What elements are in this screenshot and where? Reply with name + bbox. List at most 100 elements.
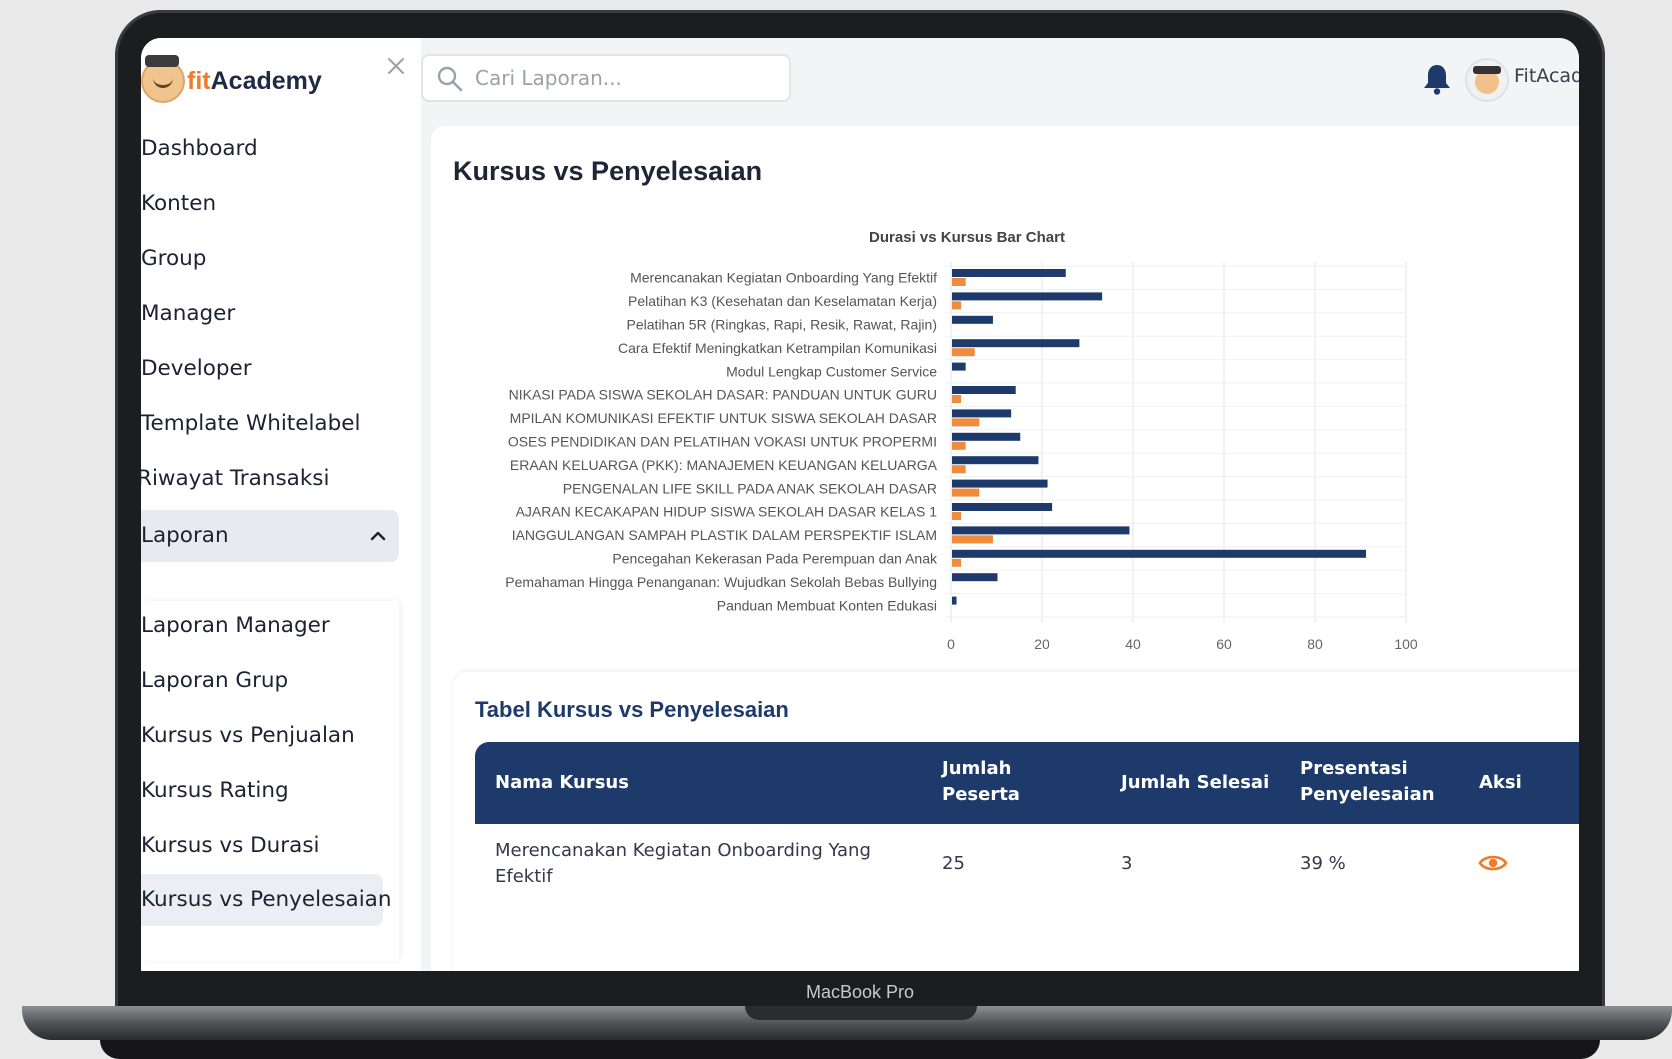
page-title: Kursus vs Penyelesaian — [453, 156, 763, 186]
table-row: Merencanakan Kegiatan Onboarding Yang Ef… — [475, 824, 1579, 906]
bar-jumlah-peserta — [952, 432, 1021, 441]
chart-grid — [945, 262, 1407, 623]
topbar: Cari Laporan... FitAcademy — [421, 38, 1579, 118]
cell-nama-line2: Efektif — [495, 866, 553, 887]
submenu-item-kursus-vs-durasi[interactable]: Kursus vs Durasi — [141, 823, 411, 869]
category-label: AJARAN KECAKAPAN HIDUP SISWA SEKOLAH DAS… — [516, 504, 938, 520]
bar-jumlah-selesai — [952, 418, 980, 427]
th-presentasi-line2[interactable]: Penyelesaian — [1300, 782, 1435, 808]
bar-jumlah-peserta — [952, 573, 998, 582]
th-nama-kursus[interactable]: Nama Kursus — [495, 770, 629, 796]
bar-jumlah-selesai — [952, 278, 966, 286]
sidebar-item-laporan[interactable]: Laporan — [141, 510, 399, 562]
bell-icon[interactable] — [1421, 62, 1453, 96]
bar-jumlah-selesai — [952, 441, 966, 450]
category-label: NIKASI PADA SISWA SEKOLAH DASAR: PANDUAN… — [509, 387, 937, 403]
bar-jumlah-peserta — [952, 362, 966, 371]
cell-jumlah-peserta: 25 — [942, 853, 965, 874]
sidebar-item-konten[interactable]: Konten — [141, 181, 411, 227]
x-tick-label: 60 — [1216, 636, 1232, 652]
submenu-item-kursus-vs-penyelesaian[interactable]: Kursus vs Penyelesaian — [141, 874, 391, 926]
th-jumlah-peserta-line2[interactable]: Peserta — [942, 782, 1020, 808]
table-header: Nama Kursus Jumlah Peserta Jumlah Selesa… — [475, 742, 1579, 824]
sidebar-item-dashboard[interactable]: Dashboard — [141, 126, 411, 172]
sidebar-item-label: Laporan — [141, 523, 229, 548]
category-label: ERAAN KELUARGA (PKK): MANAJEMEN KEUANGAN… — [510, 457, 938, 473]
category-label: MPILAN KOMUNIKASI EFEKTIF UNTUK SISWA SE… — [510, 410, 937, 426]
sidebar-item-manager[interactable]: Manager — [141, 291, 411, 337]
category-label: PENGENALAN LIFE SKILL PADA ANAK SEKOLAH … — [563, 480, 937, 496]
bar-jumlah-peserta — [952, 526, 1130, 535]
submenu-item-laporan-grup[interactable]: Laporan Grup — [141, 658, 411, 704]
bar-jumlah-peserta — [952, 596, 957, 605]
category-label: IANGGULANGAN SAMPAH PLASTIK DALAM PERSPE… — [512, 527, 937, 543]
bar-jumlah-peserta — [952, 479, 1048, 488]
cell-jumlah-selesai: 3 — [1121, 853, 1133, 874]
bar-jumlah-peserta — [952, 503, 1053, 511]
avatar[interactable] — [1465, 58, 1509, 102]
bar-chart: Durasi vs Kursus Bar Chart Merencanakan … — [505, 229, 1418, 652]
report-card: Kursus vs Penyelesaian Durasi vs Kursus … — [431, 126, 1579, 971]
app-screen: fit Academy Dashboard Konten Group Manage… — [141, 38, 1579, 971]
bar-jumlah-peserta — [952, 292, 1103, 301]
bar-jumlah-selesai — [952, 558, 962, 567]
bar-jumlah-peserta — [952, 269, 1066, 277]
search-input[interactable]: Cari Laporan... — [421, 54, 791, 102]
cell-nama-line1: Merencanakan Kegiatan Onboarding Yang — [495, 840, 871, 861]
submenu-item-kursus-vs-penjualan[interactable]: Kursus vs Penjualan — [141, 713, 411, 759]
sidebar-item-riwayat-transaksi[interactable]: Riwayat Transaksi — [141, 456, 407, 502]
x-tick-label: 0 — [947, 636, 955, 652]
th-jumlah-selesai[interactable]: Jumlah Selesai — [1121, 770, 1269, 796]
bar-jumlah-selesai — [952, 535, 993, 544]
table-title: Tabel Kursus vs Penyelesaian — [475, 697, 789, 722]
chart-x-ticks: 0 20 40 60 80 100 — [947, 636, 1418, 652]
sidebar-item-developer[interactable]: Developer — [141, 346, 411, 392]
eye-icon[interactable] — [1478, 851, 1508, 875]
sidebar-item-group[interactable]: Group — [141, 236, 411, 282]
cell-presentasi: 39 % — [1300, 853, 1346, 874]
table-card: Tabel Kursus vs Penyelesaian Nama Kursus… — [453, 672, 1579, 971]
bar-jumlah-peserta — [952, 456, 1039, 465]
bar-jumlah-selesai — [952, 395, 962, 403]
category-label: Cara Efektif Meningkatkan Ketrampilan Ko… — [618, 340, 937, 356]
x-tick-label: 100 — [1394, 636, 1418, 652]
bar-jumlah-peserta — [952, 386, 1016, 394]
x-tick-label: 80 — [1307, 636, 1323, 652]
laporan-submenu: Laporan Manager Laporan Grup Kursus vs P… — [141, 601, 399, 961]
th-jumlah-peserta-line1[interactable]: Jumlah — [942, 756, 1011, 782]
category-label: Pelatihan K3 (Kesehatan dan Keselamatan … — [628, 293, 937, 309]
laptop-hinge-notch — [745, 1006, 977, 1020]
search-placeholder: Cari Laporan... — [475, 66, 622, 90]
bar-jumlah-peserta — [952, 409, 1012, 418]
laptop-base-shadow — [100, 1040, 1600, 1059]
category-label: Panduan Membuat Konten Edukasi — [717, 597, 937, 613]
submenu-item-laporan-manager[interactable]: Laporan Manager — [141, 603, 411, 649]
sidebar-item-template-whitelabel[interactable]: Template Whitelabel — [141, 401, 411, 447]
bar-jumlah-selesai — [952, 348, 975, 357]
category-label: Merencanakan Kegiatan Onboarding Yang Ef… — [630, 270, 937, 286]
category-label: OSES PENDIDIKAN DAN PELATIHAN VOKASI UNT… — [508, 434, 937, 450]
x-tick-label: 40 — [1125, 636, 1141, 652]
chevron-up-icon — [370, 531, 386, 541]
close-icon[interactable] — [384, 54, 408, 78]
bar-jumlah-selesai — [952, 488, 980, 497]
submenu-item-kursus-rating[interactable]: Kursus Rating — [141, 768, 411, 814]
category-label: Pelatihan 5R (Ringkas, Rapi, Resik, Rawa… — [627, 317, 937, 333]
th-presentasi-line1[interactable]: Presentasi — [1300, 756, 1408, 782]
logo-text-suffix: Academy — [210, 66, 322, 95]
device-label: MacBook Pro — [805, 982, 915, 1002]
chart-title: Durasi vs Kursus Bar Chart — [869, 229, 1065, 246]
logo-text-prefix: fit — [187, 66, 211, 95]
user-name[interactable]: FitAcademy — [1514, 65, 1579, 87]
search-icon — [437, 66, 463, 92]
chart-bars — [952, 269, 1367, 605]
bar-jumlah-selesai — [952, 301, 962, 310]
chart-category-labels: Merencanakan Kegiatan Onboarding Yang Ef… — [505, 270, 938, 614]
bar-jumlah-selesai — [952, 512, 962, 520]
app-logo[interactable]: fit Academy — [141, 55, 322, 103]
category-label: Pencegahan Kekerasan Pada Perempuan dan … — [612, 551, 938, 567]
x-tick-label: 20 — [1034, 636, 1050, 652]
th-aksi: Aksi — [1479, 772, 1522, 793]
bar-jumlah-peserta — [952, 549, 1367, 558]
bar-jumlah-peserta — [952, 339, 1080, 348]
